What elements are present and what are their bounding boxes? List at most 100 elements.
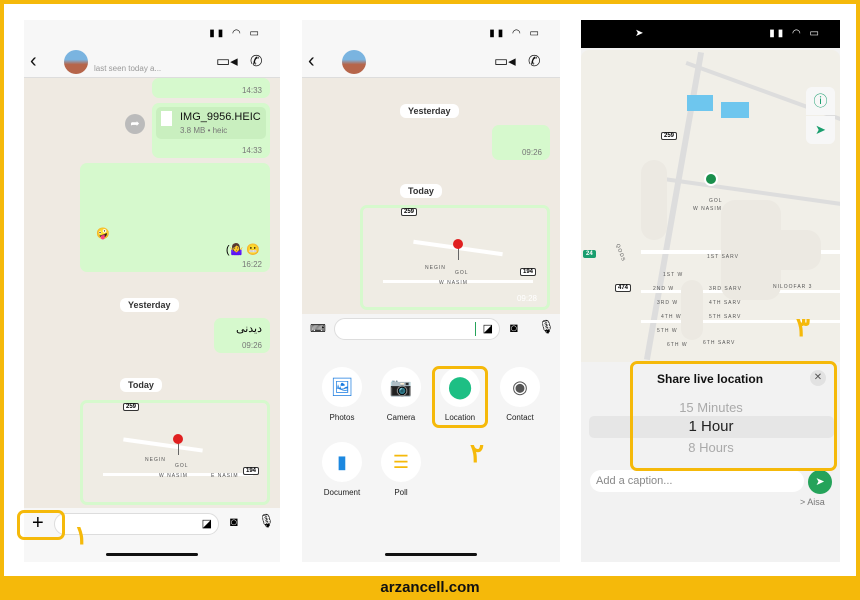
road-shield: 194 <box>520 268 537 276</box>
attach-contact[interactable]: ◉ Contact <box>500 367 540 422</box>
message-bubble: 14:33 <box>152 78 270 98</box>
date-divider: Today <box>400 184 442 198</box>
message-time: 09:26 <box>521 148 542 157</box>
attach-photos[interactable]: 🖼 Photos <box>322 367 362 422</box>
message-text: دیدنی <box>236 323 262 335</box>
home-indicator <box>106 553 198 556</box>
road-shield: 474 <box>615 284 632 292</box>
file-meta: 3.8 MB • heic <box>180 126 228 135</box>
camera-icon[interactable]: ◙ <box>510 320 518 335</box>
map-label: 3RD SARV <box>709 286 742 292</box>
chat-header: ‹ ▭◂ ✆ <box>302 46 560 78</box>
map-label: W NASIM <box>439 280 468 286</box>
map-label: 2ND W <box>653 286 675 292</box>
map-label: NEGIN <box>425 265 446 271</box>
forward-icon[interactable]: ➦ <box>125 114 145 134</box>
emoji: (🤷‍♀️ 😬 <box>225 244 260 256</box>
map-label: QODS <box>614 243 627 263</box>
contact-icon: ◉ <box>500 367 540 407</box>
file-message[interactable]: IMG_9956.HEIC 3.8 MB • heic 14:33 <box>152 103 270 158</box>
document-icon: ▮ <box>322 442 362 482</box>
step-number: ١ <box>74 520 88 550</box>
attach-label: Contact <box>506 413 534 422</box>
message-input[interactable]: ◪ <box>334 318 500 340</box>
attachment-screen: ▮▮ ◠ ▭ ‹ ▭◂ ✆ Yesterday 09:26 Today 259 … <box>302 20 560 562</box>
attach-label: Document <box>323 488 361 497</box>
recenter-button[interactable]: ➤ <box>806 116 835 144</box>
map-label: W NASIM <box>693 206 722 212</box>
back-icon[interactable]: ‹ <box>308 50 315 73</box>
camera-icon[interactable]: ◙ <box>230 514 238 529</box>
location-message[interactable]: 259 194 NEGIN GOL W NASIM 09:28 <box>360 205 550 310</box>
step-number: ٢ <box>470 438 484 468</box>
message-time: 14:33 <box>241 146 262 155</box>
status-bar: ➤ ▮▮ ◠ ▭ <box>581 20 840 48</box>
signal-wifi-battery-icon: ▮▮ ◠ ▭ <box>209 28 262 39</box>
back-icon[interactable]: ‹ <box>30 50 37 73</box>
status-bar: ▮▮ ◠ ▭ <box>24 20 280 46</box>
home-indicator <box>385 553 477 556</box>
map-label: NEGIN <box>145 457 166 463</box>
map-label: 5TH SARV <box>709 314 742 320</box>
road-shield: 259 <box>661 132 678 140</box>
caption-placeholder: Add a caption... <box>596 475 673 487</box>
mic-icon[interactable]: 🎙 <box>538 319 555 335</box>
message-time: 14:33 <box>241 86 262 95</box>
footer-site: arzancell.com <box>0 576 860 600</box>
highlight-location <box>432 366 488 428</box>
highlight-share-live-location <box>630 361 837 471</box>
road-shield: 24 <box>583 250 596 258</box>
chat-screen: ▮▮ ◠ ▭ ‹ last seen today a... ▭◂ ✆ 14:33… <box>24 20 280 562</box>
attach-document[interactable]: ▮ Document <box>322 442 362 497</box>
sticker-icon[interactable]: ◪ <box>202 517 212 530</box>
avatar[interactable] <box>64 50 88 74</box>
location-message[interactable]: 259 194 NEGIN GOL W NASIM E NASIM <box>80 400 270 505</box>
attach-label: Poll <box>394 488 408 497</box>
road-shield: 259 <box>123 403 140 411</box>
map-label: GOL <box>175 463 189 469</box>
caption-input[interactable]: Add a caption... <box>590 470 804 492</box>
map-label: W NASIM <box>159 473 188 479</box>
attach-poll[interactable]: ☰ Poll <box>381 442 421 497</box>
status-bar: ▮▮ ◠ ▭ <box>302 20 560 46</box>
date-divider: Yesterday <box>120 298 179 312</box>
building <box>721 102 749 118</box>
message-time: 09:26 <box>241 341 262 350</box>
video-call-icon[interactable]: ▭◂ <box>494 52 516 70</box>
building <box>687 95 713 111</box>
keyboard-icon[interactable]: ⌨ <box>310 322 326 335</box>
send-button[interactable]: ➤ <box>808 470 832 494</box>
signal-wifi-battery-icon: ▮▮ ◠ ▭ <box>769 28 822 39</box>
current-location-icon <box>704 172 718 186</box>
sticker-icon[interactable]: ◪ <box>483 322 493 335</box>
attach-camera[interactable]: 📷 Camera <box>381 367 421 422</box>
map-pin-icon <box>453 239 463 249</box>
road-shield: 194 <box>243 467 260 475</box>
road-shield: 259 <box>401 208 418 216</box>
video-call-icon[interactable]: ▭◂ <box>216 52 238 70</box>
message-time: 16:22 <box>241 260 262 269</box>
map-label: 1ST SARV <box>707 254 739 260</box>
message-time: 09:28 <box>516 294 537 303</box>
map-info-button[interactable]: ⓘ <box>806 87 835 115</box>
map-pin-icon <box>173 434 183 444</box>
message-bubble: 09:26 <box>492 125 550 160</box>
map-label: 4TH SARV <box>709 300 742 306</box>
chat-header: ‹ last seen today a... ▭◂ ✆ <box>24 46 280 78</box>
camera-icon: 📷 <box>381 367 421 407</box>
poll-icon: ☰ <box>381 442 421 482</box>
map-label: 3RD W <box>657 300 679 306</box>
avatar[interactable] <box>342 50 366 74</box>
phone-icon[interactable]: ✆ <box>250 52 263 70</box>
map-label: 6TH W <box>667 342 688 348</box>
phone-icon[interactable]: ✆ <box>528 52 541 70</box>
file-name: IMG_9956.HEIC <box>180 111 261 123</box>
map-label: NILOOFAR 3 <box>773 284 813 290</box>
map-label: 1ST W <box>663 272 684 278</box>
last-seen: last seen today a... <box>94 64 162 73</box>
mic-icon[interactable]: 🎙 <box>258 513 275 529</box>
attach-label: Camera <box>386 413 416 422</box>
map-label: GOL <box>455 270 469 276</box>
date-divider: Today <box>120 378 162 392</box>
photos-icon: 🖼 <box>322 367 362 407</box>
